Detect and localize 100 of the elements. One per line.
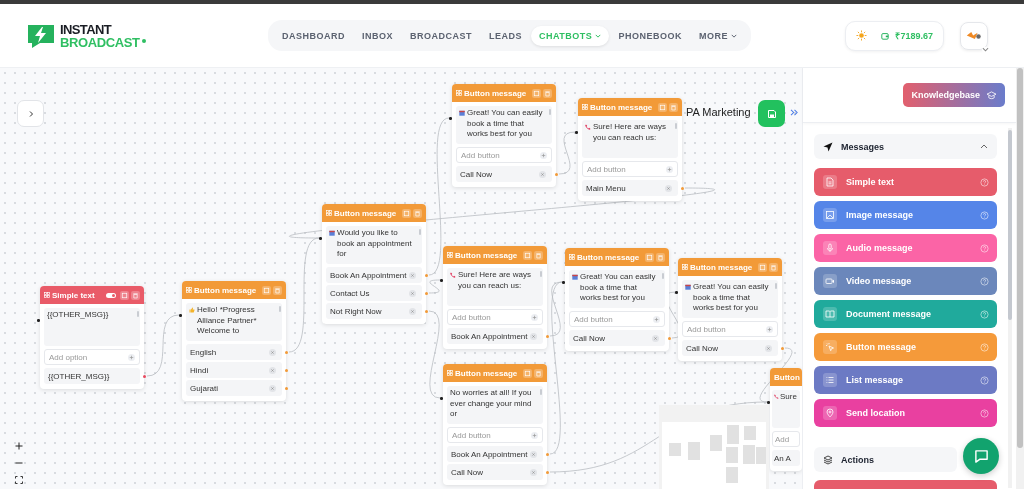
remove-icon[interactable] — [539, 170, 546, 178]
plus-icon[interactable] — [666, 165, 673, 173]
message-box[interactable]: Great! You can easily book a time that works best for you — [569, 270, 665, 308]
input-handle[interactable] — [675, 291, 678, 294]
output-handle[interactable] — [555, 172, 558, 176]
message-box[interactable]: {{OTHER_MSG}} — [44, 308, 140, 346]
flow-node-card[interactable]: Simple text {{OTHER_MSG}} Add option {{OTHER_MSG}} — [40, 286, 144, 389]
message-box[interactable]: Sure! Here are ways you can reach us: — [582, 120, 678, 158]
output-handle[interactable] — [143, 374, 146, 378]
help-icon[interactable] — [980, 342, 989, 352]
chat-button[interactable] — [963, 438, 999, 474]
output-handle[interactable] — [681, 186, 684, 190]
delete-icon[interactable] — [131, 290, 140, 300]
plus-icon[interactable] — [531, 313, 538, 321]
delete-icon[interactable] — [656, 252, 665, 262]
enable-toggle[interactable] — [106, 292, 116, 298]
message-type-button[interactable]: Video message — [814, 267, 997, 295]
input-handle[interactable] — [319, 237, 322, 240]
nav-tab[interactable]: BROADCAST — [402, 25, 480, 46]
nav-tab[interactable]: DASHBOARD — [274, 25, 353, 46]
input-handle[interactable] — [449, 117, 452, 120]
section-header[interactable]: Actions — [814, 447, 957, 472]
expand-sidebar-button[interactable] — [17, 100, 44, 127]
delete-icon[interactable] — [273, 285, 282, 295]
flow-node-card[interactable]: Button message Hello! *Progress Alliance Partner* Welcome to English Hindi Gujarati — [182, 281, 286, 401]
flow-node-card[interactable]: Button message Would you like to book an appointment for Book An Appointment Contact Us Not Right Now — [322, 204, 426, 324]
output-handle[interactable] — [546, 470, 549, 474]
input-handle[interactable] — [37, 319, 40, 322]
delete-icon[interactable] — [534, 250, 543, 260]
remove-icon[interactable] — [269, 384, 276, 392]
message-type-button[interactable]: Image message — [814, 201, 997, 229]
copy-icon[interactable] — [262, 285, 271, 295]
copy-icon[interactable] — [645, 252, 654, 262]
knowledgebase-button[interactable]: Knowledgebase — [903, 83, 1005, 107]
message-type-button[interactable]: Send location — [814, 399, 997, 427]
remove-icon[interactable] — [765, 344, 772, 352]
output-handle[interactable] — [546, 334, 549, 338]
message-type-button[interactable]: List message — [814, 366, 997, 394]
message-box[interactable]: Great! You can easily book a time that works best for you — [682, 280, 778, 318]
message-box[interactable]: No worries at all! If you ever change your mind or — [447, 386, 543, 424]
input-handle[interactable] — [440, 397, 443, 400]
plus-icon[interactable] — [766, 325, 773, 333]
section-header[interactable]: Messages — [814, 134, 997, 159]
output-handle[interactable] — [425, 273, 428, 277]
flow-node-card[interactable]: Button message Great! You can easily book a time that works best for you Add button Call Now — [452, 84, 556, 187]
remove-icon[interactable] — [409, 289, 416, 297]
plus-icon[interactable] — [531, 431, 538, 439]
delete-icon[interactable] — [534, 368, 543, 378]
copy-icon[interactable] — [532, 88, 541, 98]
delete-icon[interactable] — [769, 262, 778, 272]
avatar[interactable] — [960, 21, 988, 50]
help-icon[interactable] — [980, 243, 989, 253]
remove-icon[interactable] — [409, 307, 416, 315]
remove-icon[interactable] — [652, 334, 659, 342]
copy-icon[interactable] — [523, 250, 532, 260]
output-handle[interactable] — [425, 309, 428, 313]
nav-tab[interactable]: LEADS — [481, 25, 531, 46]
minimap-drawing[interactable] — [659, 405, 769, 489]
flow-node-card[interactable]: Button message Sure! Here are ways you can reach us: Add button Main Menu — [578, 98, 682, 201]
input-handle[interactable] — [179, 314, 182, 317]
help-icon[interactable] — [980, 375, 989, 385]
plus-icon[interactable] — [128, 353, 135, 361]
copy-icon[interactable] — [758, 262, 767, 272]
double-chevron-icon[interactable] — [790, 109, 799, 116]
flow-node-card[interactable]: Button message Sure! Here are ways you can reach us: Add button Book An Appointment — [443, 246, 547, 349]
input-handle[interactable] — [562, 281, 565, 284]
page-scrollbar[interactable] — [1016, 68, 1024, 489]
remove-icon[interactable] — [530, 450, 537, 458]
copy-icon[interactable] — [402, 208, 411, 218]
remove-icon[interactable] — [530, 468, 537, 476]
nav-tab[interactable]: MORE — [690, 25, 745, 46]
flow-node-card[interactable]: Button message Great! You can easily book a time that works best for you Add button Call Now — [565, 248, 669, 351]
flow-node-card[interactable]: Button message Great! You can easily book a time that works best for you Add button Call Now — [678, 258, 782, 361]
input-handle[interactable] — [440, 279, 443, 282]
delete-icon[interactable] — [413, 208, 422, 218]
help-icon[interactable] — [980, 177, 989, 187]
delete-icon[interactable] — [543, 88, 552, 98]
help-icon[interactable] — [980, 276, 989, 286]
remove-icon[interactable] — [269, 366, 276, 374]
message-box[interactable]: Hello! *Progress Alliance Partner* Welcome to — [186, 303, 282, 341]
remove-icon[interactable] — [530, 332, 537, 340]
copy-icon[interactable] — [523, 368, 532, 378]
message-box[interactable]: Would you like to book an appointment for — [326, 226, 422, 264]
message-box[interactable]: Sure — [772, 390, 800, 428]
flow-node-card[interactable]: Button message No worries at all! If you ever change your mind or Add button Book An Appointment Call Now — [443, 364, 547, 485]
output-handle[interactable] — [285, 368, 288, 372]
help-icon[interactable] — [980, 210, 989, 220]
panel-scrollbar[interactable] — [1008, 128, 1012, 488]
output-handle[interactable] — [425, 291, 428, 295]
output-handle[interactable] — [781, 346, 784, 350]
output-handle[interactable] — [285, 386, 288, 390]
message-box[interactable]: Sure! Here are ways you can reach us: — [447, 268, 543, 306]
output-handle[interactable] — [546, 452, 549, 456]
output-handle[interactable] — [668, 336, 671, 340]
copy-icon[interactable] — [120, 290, 129, 300]
option-row[interactable]: An A — [772, 450, 800, 466]
delete-icon[interactable] — [669, 102, 678, 112]
help-icon[interactable] — [980, 408, 989, 418]
plus-icon[interactable] — [653, 315, 660, 323]
flow-node-card[interactable]: Button Sure Add An A — [770, 368, 802, 471]
